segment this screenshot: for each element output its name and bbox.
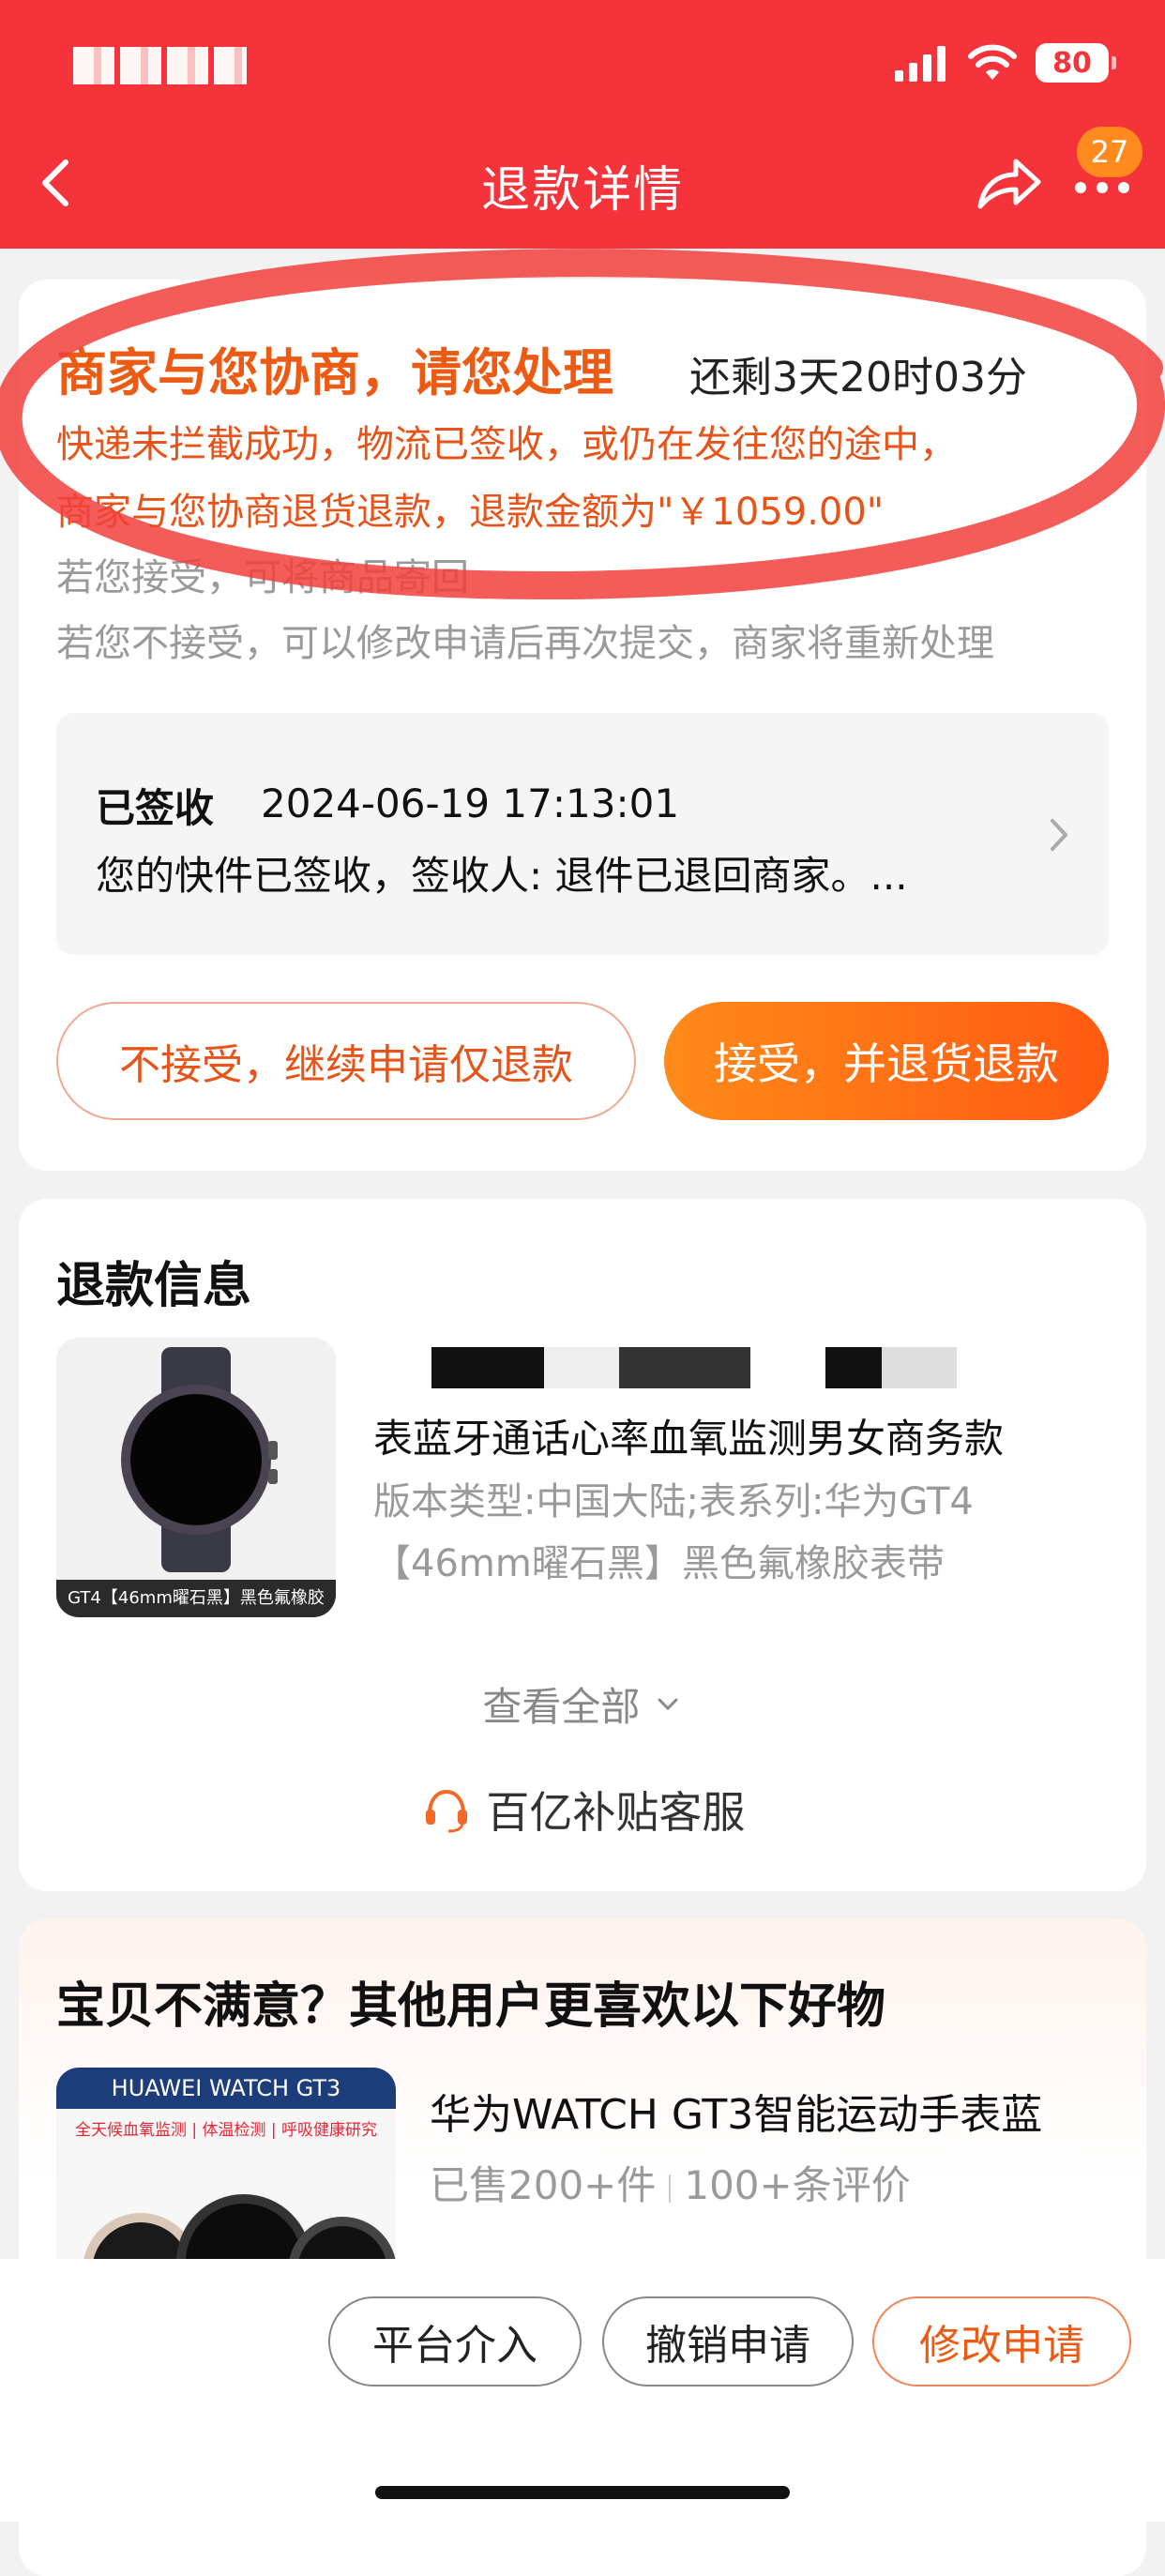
signal-icon	[895, 46, 946, 82]
view-all-button[interactable]: 查看全部	[19, 1675, 1146, 1733]
remaining-time: 还剩3天20时03分	[689, 354, 1027, 402]
redacted-product-title	[375, 1347, 1051, 1388]
product-name[interactable]: 表蓝牙通话心率血氧监测男女商务款	[373, 1407, 1004, 1464]
customer-service-label: 百亿补贴客服	[486, 1787, 746, 1838]
reject-button[interactable]: 不接受，继续申请仅退款	[56, 1002, 636, 1120]
bottom-action-bar: 平台介入 撤销申请 修改申请	[0, 2259, 1165, 2522]
refund-info-title: 退款信息	[56, 1258, 252, 1314]
recommended-product-meta: 已售200+件 100+条评价	[430, 2154, 911, 2211]
share-icon[interactable]	[971, 150, 1046, 216]
watch-image-icon	[121, 1347, 278, 1572]
accept-hint: 若您接受，可将商品寄回	[56, 556, 469, 599]
refund-info-card: 退款信息 GT4【46mm曜石黑】黑色氟橡胶 表蓝牙通话心率血氧监测男女商务款 …	[19, 1199, 1146, 1891]
rec-image-tagline: 全天候血氧监测 | 体温检测 | 呼吸健康研究	[74, 2121, 378, 2140]
sold-count: 已售200+件	[430, 2162, 657, 2208]
platform-intervene-button[interactable]: 平台介入	[328, 2296, 582, 2387]
view-all-label: 查看全部	[482, 1684, 641, 1730]
negotiation-description: 快递未拦截成功，物流已签收，或仍在发往您的途中， 商家与您协商退货退款，退款金额…	[56, 411, 1107, 546]
negotiation-card: 商家与您协商，请您处理 还剩3天20时03分 快递未拦截成功，物流已签收，或仍在…	[19, 280, 1146, 1171]
recommendation-title: 宝贝不满意？其他用户更喜欢以下好物	[56, 1978, 886, 2035]
wifi-icon	[968, 44, 1017, 80]
negotiation-title: 商家与您协商，请您处理	[56, 343, 613, 402]
status-icons: 80	[893, 39, 1116, 86]
logistics-detail: 您的快件已签收，签收人: 退件已退回商家。...	[96, 853, 908, 899]
description-line: 快递未拦截成功，物流已签收，或仍在发往您的途中，	[56, 423, 957, 466]
reject-hint: 若您不接受，可以修改申请后再次提交，商家将重新处理	[56, 622, 994, 665]
review-count: 100+条评价	[684, 2162, 911, 2208]
divider	[669, 2174, 672, 2203]
customer-service-button[interactable]: 百亿补贴客服	[19, 1779, 1146, 1841]
chevron-right-icon	[1051, 819, 1067, 851]
headset-icon	[425, 1789, 467, 1833]
cancel-request-button[interactable]: 撤销申请	[602, 2296, 854, 2387]
modify-request-button[interactable]: 修改申请	[872, 2296, 1131, 2387]
logistics-time: 2024-06-19 17:13:01	[261, 780, 680, 826]
battery-indicator: 80	[1036, 43, 1116, 83]
logistics-panel[interactable]: 已签收 2024-06-19 17:13:01 您的快件已签收，签收人: 退件已…	[56, 713, 1109, 955]
accept-button[interactable]: 接受，并退货退款	[664, 1002, 1109, 1120]
header-bar: 80 退款详情 27	[0, 0, 1165, 249]
product-spec: 版本类型:中国大陆;表系列:华为GT4【46mm曜石黑】黑色氟橡胶表带	[373, 1480, 974, 1585]
product-image-label: GT4【46mm曜石黑】黑色氟橡胶	[56, 1580, 336, 1617]
rec-image-brand: HUAWEI WATCH GT3	[56, 2068, 396, 2109]
home-indicator[interactable]	[375, 2486, 790, 2499]
product-image[interactable]: GT4【46mm曜石黑】黑色氟橡胶	[56, 1338, 336, 1617]
recommended-product-name[interactable]: 华为WATCH GT3智能运动手表蓝	[430, 2081, 1042, 2141]
notification-badge: 27	[1077, 127, 1142, 177]
description-line: 商家与您协商退货退款，退款金额为"￥1059.00"	[56, 491, 885, 534]
status-time-redacted	[73, 47, 247, 84]
logistics-status: 已签收	[96, 785, 215, 831]
chevron-down-icon	[658, 1698, 678, 1710]
